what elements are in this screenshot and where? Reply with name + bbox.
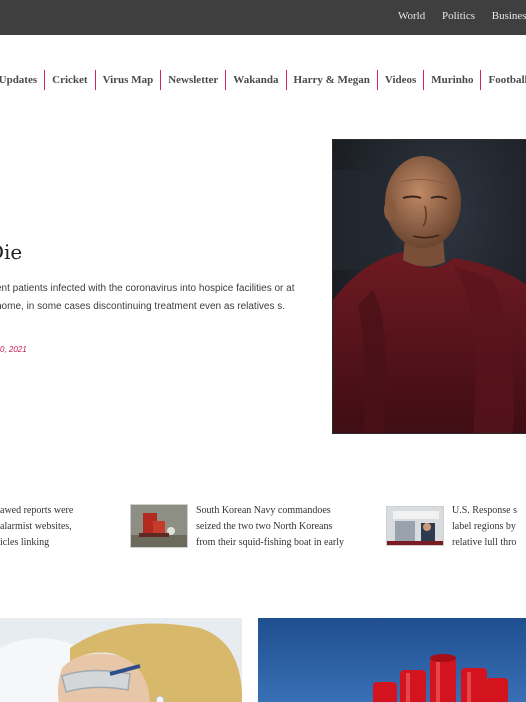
strip-story-3-line-2: label regions by xyxy=(452,521,516,532)
strip-story-1-line-1: awed reports were xyxy=(0,505,74,516)
top-link-world[interactable]: World xyxy=(398,10,425,22)
strip-story-3-line-3: relative lull thro xyxy=(452,537,517,548)
strip-story-2[interactable]: South Korean Navy commandoes seized the … xyxy=(196,503,371,551)
nav-item-videos[interactable]: Videos xyxy=(376,70,423,90)
strip-story-1-line-3: icles linking xyxy=(0,537,50,548)
strip-thumb-navy[interactable] xyxy=(130,504,188,548)
category-nav: e UpdatesCricketVirus MapNewsletterWakan… xyxy=(0,70,526,92)
nav-item-football[interactable]: Football xyxy=(480,70,526,90)
strip-story-2-line-2: seized the two two North Koreans xyxy=(196,521,333,532)
nav-item-murinho[interactable]: Murinho xyxy=(423,70,480,90)
strip-story-3-line-1: U.S. Response s xyxy=(452,505,518,516)
strip-thumb-response[interactable] xyxy=(386,506,444,546)
top-link-business[interactable]: Business xyxy=(492,10,526,22)
top-bar: World Politics Business xyxy=(0,0,526,35)
top-links: World Politics Business xyxy=(398,10,526,22)
hero-image-monk[interactable] xyxy=(332,139,526,434)
strip-story-2-line-3: from their squid-fishing boat in early xyxy=(196,537,345,548)
strip-story-2-line-1: South Korean Navy commandoes xyxy=(196,505,331,516)
nav-item-cricket[interactable]: Cricket xyxy=(44,70,94,90)
hero-summary: ent patients infected with the coronavir… xyxy=(0,283,295,312)
nav-item-updates[interactable]: e Updates xyxy=(0,70,44,90)
strip-story-1[interactable]: awed reports were alarmist websites, icl… xyxy=(0,503,110,551)
strip-story-3[interactable]: U.S. Response s label regions by relativ… xyxy=(452,503,526,551)
card-image-lab-scientist[interactable] xyxy=(0,618,242,702)
card-image-red-caps[interactable] xyxy=(258,618,526,702)
nav-item-wakanda[interactable]: Wakanda xyxy=(225,70,285,90)
strip-story-1-line-2: alarmist websites, xyxy=(0,521,72,532)
nav-item-newsletter[interactable]: Newsletter xyxy=(160,70,225,90)
hero-summary-box: ent patients infected with the coronavir… xyxy=(0,280,310,334)
nav-item-virus-map[interactable]: Virus Map xyxy=(94,70,161,90)
hero-date: 0, 2021 xyxy=(0,345,27,354)
top-link-politics[interactable]: Politics xyxy=(442,10,475,22)
hero-headline[interactable]: Die xyxy=(0,240,22,264)
nav-item-harry-megan[interactable]: Harry & Megan xyxy=(285,70,377,90)
